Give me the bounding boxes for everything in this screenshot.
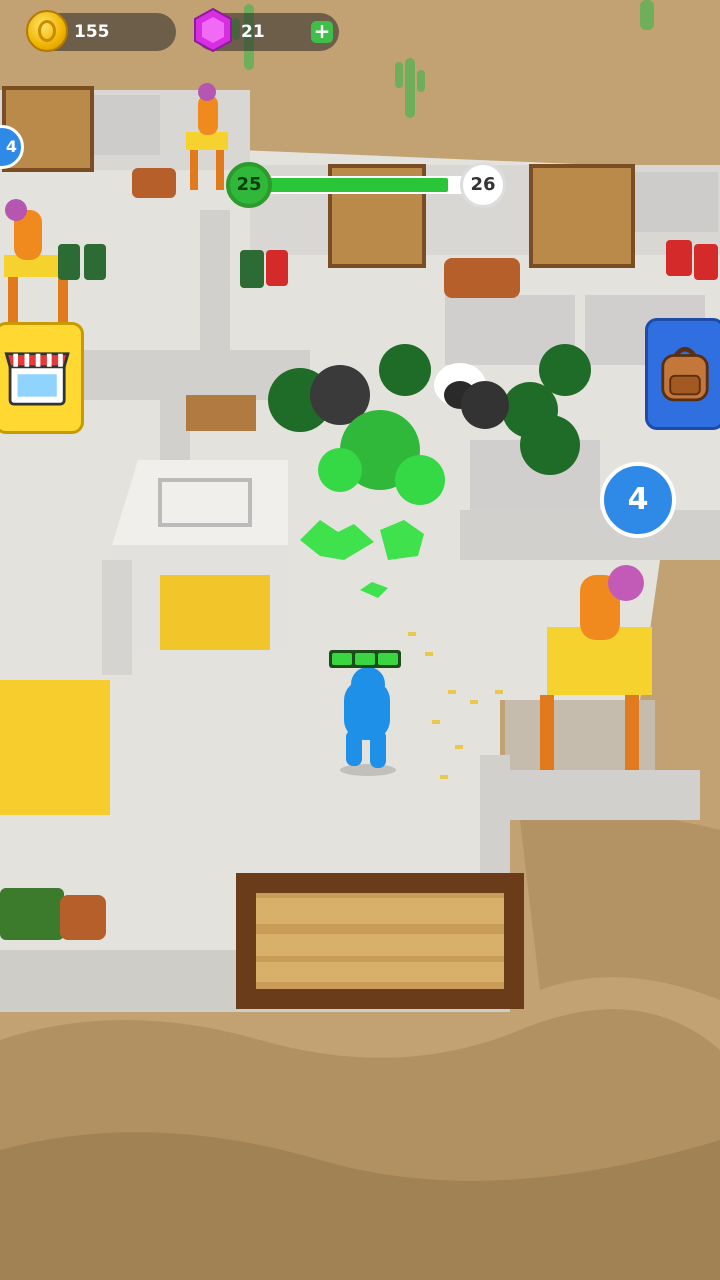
level-progress-fill	[268, 178, 448, 192]
coin-icon	[26, 10, 68, 52]
health-segment	[332, 653, 352, 665]
coin-value: 155	[74, 22, 110, 42]
level-progress: 25 26	[226, 162, 506, 210]
current-level-badge: 25	[226, 162, 272, 208]
level-progress-track	[266, 176, 466, 194]
gem-value: 21	[241, 22, 265, 42]
shop-button[interactable]	[0, 322, 84, 434]
shop-icon	[4, 352, 70, 406]
add-gems-button[interactable]: +	[311, 21, 333, 43]
backpack-icon	[661, 346, 709, 402]
player-health-bar	[329, 650, 401, 668]
next-level-badge: 26	[460, 162, 506, 208]
health-segment	[378, 653, 398, 665]
coin-counter: 155	[26, 10, 176, 52]
health-segment	[355, 653, 375, 665]
gem-icon	[194, 7, 232, 53]
backpack-button[interactable]	[645, 318, 720, 430]
gem-counter: 21 +	[194, 7, 339, 53]
enemy-count-badge: 4	[600, 462, 676, 538]
